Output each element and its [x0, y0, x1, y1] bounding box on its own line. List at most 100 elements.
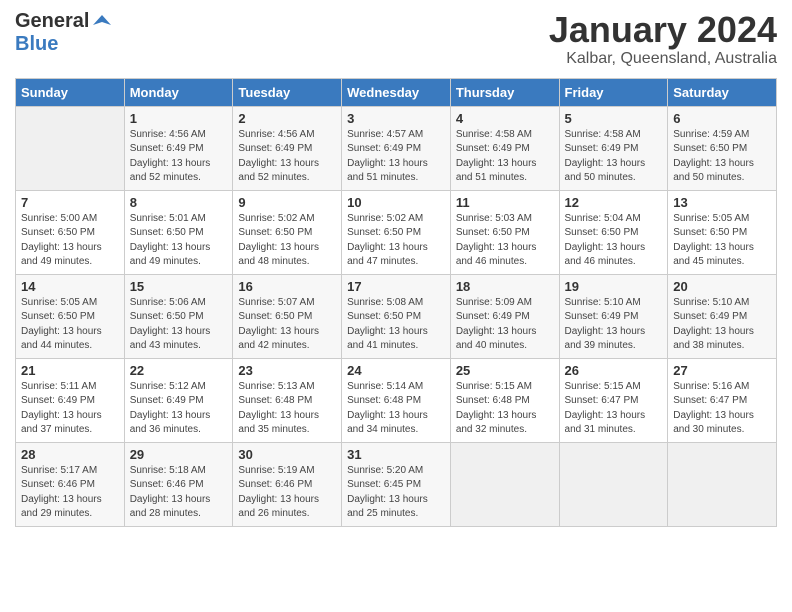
calendar-cell: 21 Sunrise: 5:11 AM Sunset: 6:49 PM Dayli… [16, 358, 125, 442]
calendar-table: SundayMondayTuesdayWednesdayThursdayFrid… [15, 78, 777, 527]
calendar-cell [16, 106, 125, 190]
header-day-saturday: Saturday [668, 78, 777, 106]
calendar-cell: 6Sunrise: 4:59 AM Sunset: 6:50 PM Daylig… [668, 106, 777, 190]
calendar-cell: 3 Sunrise: 4:57 AM Sunset: 6:49 PM Daylig… [342, 106, 451, 190]
day-detail: Sunrise: 5:17 AM Sunset: 6:46 PM Dayligh… [21, 464, 119, 522]
day-number: 20 [673, 279, 771, 294]
week-row-2: 14 Sunrise: 5:05 AM Sunset: 6:50 PM Dayli… [16, 274, 777, 358]
day-number: 24 [347, 363, 445, 378]
day-detail: Sunrise: 5:09 AM Sunset: 6:49 PM Dayligh… [456, 296, 554, 354]
day-detail: Sunrise: 5:06 AM Sunset: 6:50 PM Dayligh… [130, 296, 228, 354]
day-number: 14 [21, 279, 119, 294]
day-detail: Sunrise: 5:03 AM Sunset: 6:50 PM Dayligh… [456, 212, 554, 270]
day-detail: Sunrise: 4:56 AM Sunset: 6:49 PM Dayligh… [130, 128, 228, 186]
day-detail: Sunrise: 5:08 AM Sunset: 6:50 PM Dayligh… [347, 296, 445, 354]
day-number: 18 [456, 279, 554, 294]
calendar-cell: 27 Sunrise: 5:16 AM Sunset: 6:47 PM Dayli… [668, 358, 777, 442]
week-row-4: 28Sunrise: 5:17 AM Sunset: 6:46 PM Dayli… [16, 442, 777, 526]
day-number: 21 [21, 363, 119, 378]
day-number: 30 [238, 447, 336, 462]
day-detail: Sunrise: 5:05 AM Sunset: 6:50 PM Dayligh… [673, 212, 771, 270]
day-detail: Sunrise: 5:02 AM Sunset: 6:50 PM Dayligh… [238, 212, 336, 270]
calendar-cell: 19Sunrise: 5:10 AM Sunset: 6:49 PM Dayli… [559, 274, 668, 358]
header-day-wednesday: Wednesday [342, 78, 451, 106]
calendar-cell: 23 Sunrise: 5:13 AM Sunset: 6:48 PM Dayli… [233, 358, 342, 442]
day-detail: Sunrise: 4:58 AM Sunset: 6:49 PM Dayligh… [456, 128, 554, 186]
day-detail: Sunrise: 5:19 AM Sunset: 6:46 PM Dayligh… [238, 464, 336, 522]
day-number: 2 [238, 111, 336, 126]
day-number: 25 [456, 363, 554, 378]
logo-bird-icon [91, 11, 113, 33]
calendar-cell: 14 Sunrise: 5:05 AM Sunset: 6:50 PM Dayli… [16, 274, 125, 358]
calendar-cell: 12 Sunrise: 5:04 AM Sunset: 6:50 PM Dayli… [559, 190, 668, 274]
day-detail: Sunrise: 5:10 AM Sunset: 6:49 PM Dayligh… [673, 296, 771, 354]
day-number: 29 [130, 447, 228, 462]
calendar-cell: 8 Sunrise: 5:01 AM Sunset: 6:50 PM Daylig… [124, 190, 233, 274]
calendar-cell: 11 Sunrise: 5:03 AM Sunset: 6:50 PM Dayli… [450, 190, 559, 274]
logo-general-text: General [15, 10, 89, 33]
calendar-cell: 7Sunrise: 5:00 AM Sunset: 6:50 PM Daylig… [16, 190, 125, 274]
month-title: January 2024 [549, 10, 777, 50]
day-number: 1 [130, 111, 228, 126]
calendar-cell [559, 442, 668, 526]
day-detail: Sunrise: 5:20 AM Sunset: 6:45 PM Dayligh… [347, 464, 445, 522]
location-subtitle: Kalbar, Queensland, Australia [549, 50, 777, 68]
calendar-cell: 22Sunrise: 5:12 AM Sunset: 6:49 PM Dayli… [124, 358, 233, 442]
day-detail: Sunrise: 5:14 AM Sunset: 6:48 PM Dayligh… [347, 380, 445, 438]
calendar-cell [450, 442, 559, 526]
calendar-cell: 28Sunrise: 5:17 AM Sunset: 6:46 PM Dayli… [16, 442, 125, 526]
calendar-cell: 9Sunrise: 5:02 AM Sunset: 6:50 PM Daylig… [233, 190, 342, 274]
header-day-tuesday: Tuesday [233, 78, 342, 106]
calendar-cell [668, 442, 777, 526]
day-detail: Sunrise: 5:01 AM Sunset: 6:50 PM Dayligh… [130, 212, 228, 270]
day-number: 26 [565, 363, 663, 378]
day-detail: Sunrise: 5:18 AM Sunset: 6:46 PM Dayligh… [130, 464, 228, 522]
calendar-cell: 5 Sunrise: 4:58 AM Sunset: 6:49 PM Daylig… [559, 106, 668, 190]
calendar-body: 1 Sunrise: 4:56 AM Sunset: 6:49 PM Daylig… [16, 106, 777, 526]
day-detail: Sunrise: 5:11 AM Sunset: 6:49 PM Dayligh… [21, 380, 119, 438]
day-detail: Sunrise: 5:04 AM Sunset: 6:50 PM Dayligh… [565, 212, 663, 270]
header-day-sunday: Sunday [16, 78, 125, 106]
day-detail: Sunrise: 5:05 AM Sunset: 6:50 PM Dayligh… [21, 296, 119, 354]
day-number: 4 [456, 111, 554, 126]
day-detail: Sunrise: 5:15 AM Sunset: 6:47 PM Dayligh… [565, 380, 663, 438]
calendar-cell: 24 Sunrise: 5:14 AM Sunset: 6:48 PM Dayli… [342, 358, 451, 442]
day-detail: Sunrise: 4:56 AM Sunset: 6:49 PM Dayligh… [238, 128, 336, 186]
calendar-cell: 18 Sunrise: 5:09 AM Sunset: 6:49 PM Dayli… [450, 274, 559, 358]
day-detail: Sunrise: 5:13 AM Sunset: 6:48 PM Dayligh… [238, 380, 336, 438]
week-row-0: 1 Sunrise: 4:56 AM Sunset: 6:49 PM Daylig… [16, 106, 777, 190]
calendar-cell: 20 Sunrise: 5:10 AM Sunset: 6:49 PM Dayli… [668, 274, 777, 358]
day-number: 8 [130, 195, 228, 210]
title-block: January 2024 Kalbar, Queensland, Austral… [549, 10, 777, 68]
day-number: 31 [347, 447, 445, 462]
day-detail: Sunrise: 5:16 AM Sunset: 6:47 PM Dayligh… [673, 380, 771, 438]
calendar-cell: 10 Sunrise: 5:02 AM Sunset: 6:50 PM Dayli… [342, 190, 451, 274]
calendar-cell: 29 Sunrise: 5:18 AM Sunset: 6:46 PM Dayli… [124, 442, 233, 526]
day-detail: Sunrise: 4:58 AM Sunset: 6:49 PM Dayligh… [565, 128, 663, 186]
day-number: 12 [565, 195, 663, 210]
calendar-cell: 25Sunrise: 5:15 AM Sunset: 6:48 PM Dayli… [450, 358, 559, 442]
calendar-cell: 17 Sunrise: 5:08 AM Sunset: 6:50 PM Dayli… [342, 274, 451, 358]
day-number: 22 [130, 363, 228, 378]
calendar-cell: 26 Sunrise: 5:15 AM Sunset: 6:47 PM Dayli… [559, 358, 668, 442]
calendar-cell: 16Sunrise: 5:07 AM Sunset: 6:50 PM Dayli… [233, 274, 342, 358]
calendar-header: SundayMondayTuesdayWednesdayThursdayFrid… [16, 78, 777, 106]
day-number: 17 [347, 279, 445, 294]
week-row-3: 21 Sunrise: 5:11 AM Sunset: 6:49 PM Dayli… [16, 358, 777, 442]
day-detail: Sunrise: 4:59 AM Sunset: 6:50 PM Dayligh… [673, 128, 771, 186]
day-number: 3 [347, 111, 445, 126]
calendar-cell: 4 Sunrise: 4:58 AM Sunset: 6:49 PM Daylig… [450, 106, 559, 190]
day-detail: Sunrise: 5:02 AM Sunset: 6:50 PM Dayligh… [347, 212, 445, 270]
day-detail: Sunrise: 5:00 AM Sunset: 6:50 PM Dayligh… [21, 212, 119, 270]
logo-blue-text: Blue [15, 33, 58, 55]
day-number: 23 [238, 363, 336, 378]
day-detail: Sunrise: 4:57 AM Sunset: 6:49 PM Dayligh… [347, 128, 445, 186]
day-detail: Sunrise: 5:10 AM Sunset: 6:49 PM Dayligh… [565, 296, 663, 354]
day-number: 10 [347, 195, 445, 210]
day-number: 11 [456, 195, 554, 210]
day-number: 5 [565, 111, 663, 126]
calendar-cell: 31 Sunrise: 5:20 AM Sunset: 6:45 PM Dayli… [342, 442, 451, 526]
logo: General Blue [15, 10, 113, 56]
day-number: 27 [673, 363, 771, 378]
calendar-cell: 1 Sunrise: 4:56 AM Sunset: 6:49 PM Daylig… [124, 106, 233, 190]
